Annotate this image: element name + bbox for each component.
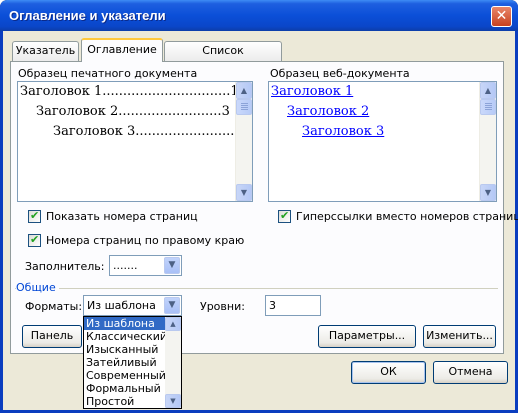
- print-preview-box[interactable]: Заголовок 1.............................…: [17, 81, 253, 202]
- scroll-down-icon[interactable]: ▼: [480, 184, 496, 201]
- web-preview-label: Образец веб-документа: [270, 67, 410, 80]
- ok-button[interactable]: ОК: [351, 361, 426, 384]
- formats-value: Из шаблона: [87, 299, 156, 312]
- right-align-checkbox[interactable]: ✔: [28, 233, 41, 247]
- title-bar[interactable]: Оглавление и указатели ✕: [0, 0, 518, 31]
- web-link-2[interactable]: Заголовок 2: [287, 104, 369, 119]
- hyperlinks-label[interactable]: Гиперссылки вместо номеров страниц: [296, 210, 518, 223]
- filler-label: Заполнитель:: [25, 260, 105, 273]
- levels-spinner[interactable]: 3: [265, 295, 321, 316]
- chevron-down-icon[interactable]: ▼: [164, 297, 180, 314]
- close-button[interactable]: ✕: [491, 6, 512, 27]
- formats-select[interactable]: Из шаблона ▼: [83, 295, 182, 316]
- scroll-thumb[interactable]: [480, 99, 496, 115]
- formats-dropdown-list[interactable]: Из шаблона Классический Изысканный Затей…: [83, 316, 182, 409]
- scroll-down-icon[interactable]: ▼: [165, 394, 181, 408]
- formats-label: Форматы:: [25, 300, 83, 313]
- general-group-divider: [15, 288, 498, 289]
- toc-entry-3: Заголовок 3........................5: [53, 124, 243, 139]
- show-page-numbers-label[interactable]: Показать номера страниц: [46, 210, 198, 223]
- tab-toc[interactable]: Оглавление: [81, 38, 163, 62]
- web-link-3[interactable]: Заголовок 3: [302, 124, 384, 139]
- web-link-1[interactable]: Заголовок 1: [271, 84, 353, 99]
- levels-label: Уровни:: [200, 300, 245, 313]
- levels-value: 3: [269, 299, 276, 312]
- print-preview-scrollbar[interactable]: ▲ ▼: [235, 82, 252, 201]
- close-icon: ✕: [495, 8, 508, 24]
- dialog-window: Оглавление и указатели ✕ Указатель Оглав…: [0, 0, 518, 413]
- check-icon: ✔: [30, 209, 40, 222]
- scroll-up-icon[interactable]: ▲: [236, 82, 252, 99]
- scroll-down-icon[interactable]: ▼: [236, 184, 252, 201]
- scroll-up-icon[interactable]: ▲: [165, 317, 181, 331]
- tab-index-label: Указатель: [15, 44, 76, 57]
- tab-index[interactable]: Указатель: [12, 41, 79, 61]
- modify-button[interactable]: Изменить...: [423, 325, 496, 348]
- panel-button[interactable]: Панель: [22, 325, 82, 348]
- toc-entry-1: Заголовок 1.............................…: [20, 84, 239, 99]
- filler-select[interactable]: ....... ▼: [109, 255, 182, 276]
- show-page-numbers-checkbox[interactable]: ✔: [28, 209, 41, 223]
- check-icon: ✔: [280, 209, 290, 222]
- general-group-label: Общие: [16, 281, 59, 294]
- cancel-button[interactable]: Отмена: [433, 361, 508, 384]
- tab-toc-label: Оглавление: [87, 43, 157, 56]
- check-icon: ✔: [30, 233, 40, 246]
- hyperlinks-checkbox[interactable]: ✔: [278, 209, 291, 223]
- window-title: Оглавление и указатели: [9, 8, 166, 23]
- parameters-button[interactable]: Параметры...: [318, 325, 416, 348]
- web-preview-scrollbar[interactable]: ▲ ▼: [479, 82, 496, 201]
- print-preview-label: Образец печатного документа: [18, 67, 198, 80]
- scroll-thumb[interactable]: [236, 99, 252, 115]
- tab-figures[interactable]: Список иллюстраций: [164, 41, 282, 75]
- chevron-down-icon[interactable]: ▼: [164, 257, 180, 274]
- right-align-label[interactable]: Номера страниц по правому краю: [46, 234, 244, 247]
- filler-value: .......: [113, 259, 138, 272]
- toc-entry-2: Заголовок 2.........................3: [36, 104, 230, 119]
- scroll-up-icon[interactable]: ▲: [480, 82, 496, 99]
- dropdown-scrollbar[interactable]: ▲ ▼: [165, 317, 181, 408]
- web-preview-box[interactable]: Заголовок 1 Заголовок 2 Заголовок 3 ▲ ▼: [268, 81, 497, 202]
